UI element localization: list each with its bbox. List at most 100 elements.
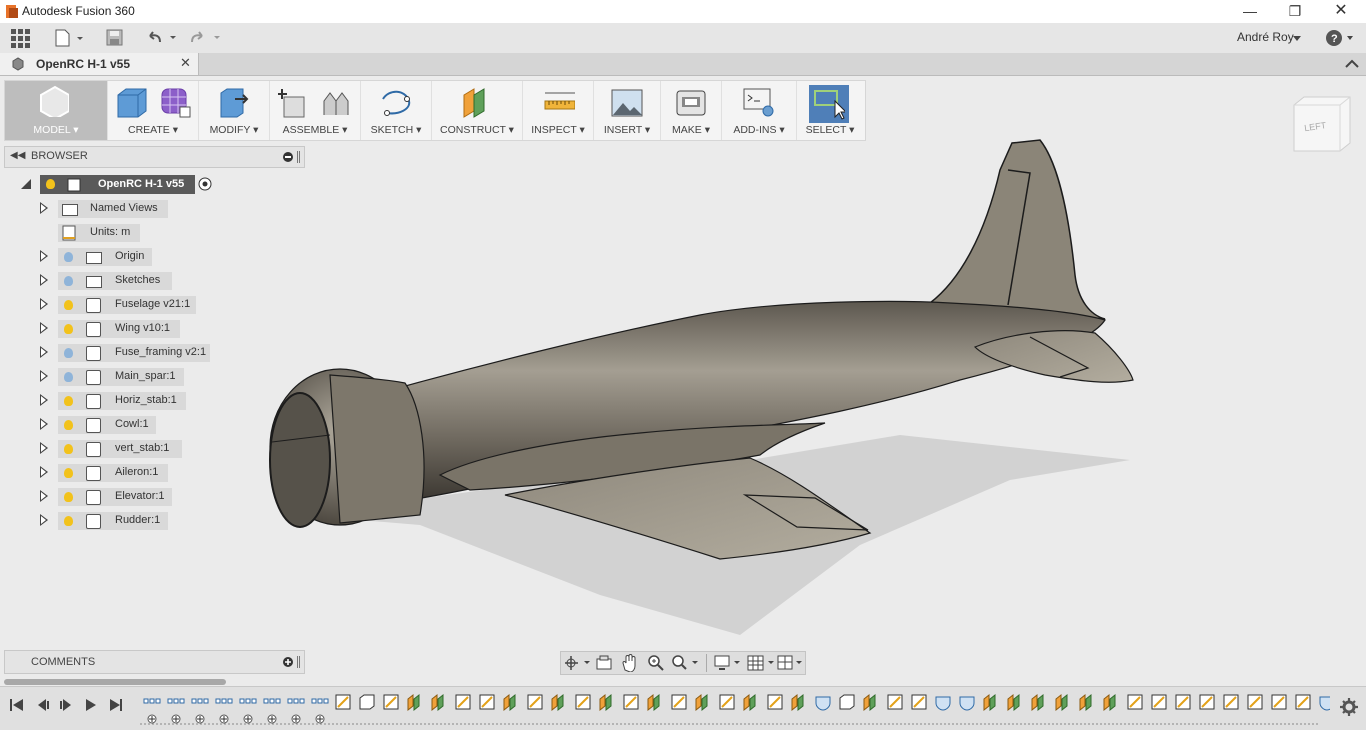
timeline-feature-fil-icon[interactable] bbox=[935, 696, 951, 711]
timeline-feature-ext-icon[interactable] bbox=[863, 693, 876, 712]
timeline-feature-sk-icon[interactable] bbox=[623, 694, 639, 710]
expand-triangle-icon[interactable] bbox=[40, 322, 48, 334]
timeline-settings-gear-icon[interactable] bbox=[1339, 697, 1359, 717]
apps-grid-icon[interactable] bbox=[11, 29, 30, 48]
play-icon[interactable] bbox=[86, 699, 96, 711]
timeline-feature-ext-icon[interactable] bbox=[743, 693, 756, 712]
browser-item-sketches[interactable]: Sketches bbox=[0, 270, 300, 290]
sketch-menu[interactable]: SKETCH ▾ bbox=[361, 81, 432, 140]
comments-panel[interactable]: COMMENTS bbox=[4, 650, 305, 674]
visibility-bulb-icon[interactable] bbox=[64, 468, 73, 478]
close-tab-icon[interactable]: ✕ bbox=[180, 55, 191, 71]
browser-item-main-spar[interactable]: Main_spar:1 bbox=[0, 366, 300, 386]
visibility-bulb-icon[interactable] bbox=[46, 179, 55, 189]
browser-item-elevator[interactable]: Elevator:1 bbox=[0, 486, 300, 506]
select-menu[interactable]: SELECT ▾ bbox=[797, 81, 863, 140]
timeline-feature-sk-icon[interactable] bbox=[383, 694, 399, 710]
visibility-bulb-off-icon[interactable] bbox=[64, 252, 73, 262]
browser-item-rudder[interactable]: Rudder:1 bbox=[0, 510, 300, 530]
expand-triangle-icon[interactable] bbox=[40, 298, 48, 310]
modify-menu[interactable]: MODIFY ▾ bbox=[199, 81, 270, 140]
restore-button[interactable]: ❐ bbox=[1272, 0, 1318, 23]
browser-item-fuselage[interactable]: Fuselage v21:1 bbox=[0, 294, 300, 314]
workspace-switcher[interactable]: MODEL ▾ bbox=[5, 81, 108, 140]
timeline-feature-shell-icon[interactable] bbox=[815, 696, 831, 711]
visibility-bulb-icon[interactable] bbox=[64, 396, 73, 406]
visibility-bulb-icon[interactable] bbox=[64, 492, 73, 502]
user-name[interactable]: André Roy bbox=[1237, 30, 1294, 44]
visibility-bulb-icon[interactable] bbox=[64, 420, 73, 430]
timeline-feature-sk-icon[interactable] bbox=[1271, 694, 1287, 710]
viewports-icon[interactable] bbox=[777, 654, 805, 672]
timeline-feature-sk-icon[interactable] bbox=[671, 694, 687, 710]
timeline-feature-sk-icon[interactable] bbox=[767, 694, 783, 710]
display-settings-icon[interactable] bbox=[714, 654, 744, 672]
timeline-feature-sk-icon[interactable] bbox=[911, 694, 927, 710]
orbit-icon[interactable] bbox=[565, 655, 591, 671]
browser-minimize-icon[interactable] bbox=[282, 151, 302, 163]
expand-triangle-icon[interactable] bbox=[40, 394, 48, 406]
timeline-feature-sk-icon[interactable] bbox=[1151, 694, 1167, 710]
visibility-bulb-icon[interactable] bbox=[64, 300, 73, 310]
timeline-scrollbar[interactable] bbox=[4, 679, 226, 685]
timeline-feature-sk-icon[interactable] bbox=[479, 694, 495, 710]
viewcube[interactable]: LEFT bbox=[1290, 95, 1352, 157]
timeline-feature-box-icon[interactable] bbox=[359, 694, 375, 710]
create-menu[interactable]: CREATE ▾ bbox=[108, 81, 199, 140]
browser-item-aileron[interactable]: Aileron:1 bbox=[0, 462, 300, 482]
timeline-feature-sk-icon[interactable] bbox=[1247, 694, 1263, 710]
timeline-feature-sk-icon[interactable] bbox=[455, 694, 471, 710]
timeline-feature-sk-icon[interactable] bbox=[575, 694, 591, 710]
expand-triangle-icon[interactable] bbox=[40, 202, 48, 214]
save-icon[interactable] bbox=[106, 29, 124, 47]
timeline-feature-sk-icon[interactable] bbox=[1223, 694, 1239, 710]
browser-item-origin[interactable]: Origin bbox=[0, 246, 300, 266]
expand-triangle-icon[interactable] bbox=[40, 466, 48, 478]
timeline-feature-shell-icon[interactable] bbox=[1319, 696, 1330, 711]
browser-item-vert-stab[interactable]: vert_stab:1 bbox=[0, 438, 300, 458]
expand-triangle-icon[interactable] bbox=[40, 370, 48, 382]
document-tab[interactable]: OpenRC H-1 v55 ✕ bbox=[0, 53, 199, 75]
browser-item-wing[interactable]: Wing v10:1 bbox=[0, 318, 300, 338]
timeline-feature-sk-icon[interactable] bbox=[527, 694, 543, 710]
timeline-feature-ext-icon[interactable] bbox=[1079, 693, 1092, 712]
assemble-menu[interactable]: ASSEMBLE ▾ bbox=[270, 81, 361, 140]
expand-triangle-icon[interactable] bbox=[40, 274, 48, 286]
go-to-end-icon[interactable] bbox=[110, 699, 122, 711]
timeline-feature-grp-icon[interactable] bbox=[311, 698, 329, 724]
timeline-feature-ext-icon[interactable] bbox=[1055, 693, 1068, 712]
expand-triangle-icon[interactable] bbox=[40, 250, 48, 262]
make-menu[interactable]: MAKE ▾ bbox=[661, 81, 722, 140]
file-menu-icon[interactable] bbox=[55, 29, 85, 47]
user-menu-chevron-icon[interactable] bbox=[1293, 36, 1301, 42]
activate-radio-icon[interactable] bbox=[198, 177, 212, 191]
timeline-feature-grp-icon[interactable] bbox=[239, 698, 257, 724]
visibility-bulb-icon[interactable] bbox=[64, 324, 73, 334]
timeline-feature-ext-icon[interactable] bbox=[503, 693, 516, 712]
expand-triangle-icon[interactable] bbox=[40, 514, 48, 526]
timeline-feature-ext-icon[interactable] bbox=[551, 693, 564, 712]
look-at-icon[interactable] bbox=[595, 655, 613, 671]
close-window-button[interactable]: ✕ bbox=[1318, 0, 1364, 23]
expand-triangle-icon[interactable] bbox=[40, 346, 48, 358]
help-icon[interactable]: ? bbox=[1325, 28, 1357, 48]
step-forward-icon[interactable] bbox=[60, 699, 71, 711]
expand-triangle-icon[interactable] bbox=[40, 418, 48, 430]
visibility-bulb-off-icon[interactable] bbox=[64, 276, 73, 286]
timeline-feature-sk-icon[interactable] bbox=[1175, 694, 1191, 710]
timeline-feature-ext-icon[interactable] bbox=[983, 693, 996, 712]
visibility-bulb-icon[interactable] bbox=[64, 444, 73, 454]
timeline-feature-ext-icon[interactable] bbox=[1103, 693, 1116, 712]
pan-hand-icon[interactable] bbox=[621, 654, 639, 672]
timeline-feature-sk-icon[interactable] bbox=[1127, 694, 1143, 710]
timeline-feature-sk-icon[interactable] bbox=[1199, 694, 1215, 710]
visibility-bulb-off-icon[interactable] bbox=[64, 348, 73, 358]
grid-settings-icon[interactable] bbox=[747, 654, 777, 672]
timeline-feature-shell-icon[interactable] bbox=[959, 696, 975, 711]
timeline-feature-grp-icon[interactable] bbox=[215, 698, 233, 724]
inspect-menu[interactable]: INSPECT ▾ bbox=[523, 81, 594, 140]
insert-menu[interactable]: INSERT ▾ bbox=[594, 81, 661, 140]
collapse-triangle-icon[interactable] bbox=[20, 178, 32, 190]
zoom-icon[interactable] bbox=[647, 654, 665, 672]
addins-menu[interactable]: ADD-INS ▾ bbox=[722, 81, 797, 140]
